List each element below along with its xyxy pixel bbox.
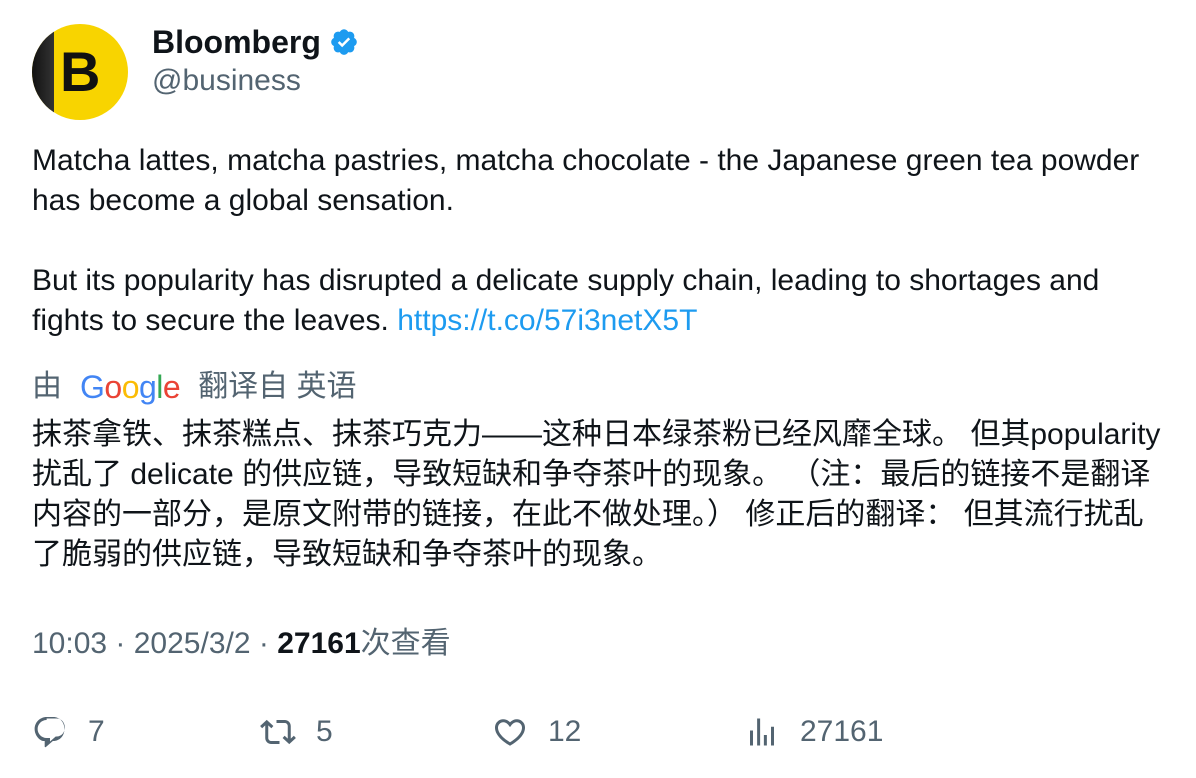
tweet-date[interactable]: 2025/3/2 <box>134 627 251 660</box>
avatar[interactable]: B <box>32 24 128 120</box>
translated-text: 抹茶拿铁、抹茶糕点、抹茶巧克力——这种日本绿茶粉已经风靡全球。 但其popula… <box>32 418 1161 571</box>
google-logo: Google <box>80 369 181 405</box>
account-name[interactable]: Bloomberg <box>152 22 321 62</box>
like-count: 12 <box>548 715 582 748</box>
tweet-card: B Bloomberg @business Matcha lattes, mat… <box>0 0 1196 778</box>
account-handle[interactable]: @business <box>152 62 301 100</box>
view-count-label: 次查看 <box>360 627 451 660</box>
tweet-actions: 7 5 12 27161 <box>32 710 1172 754</box>
reply-count: 7 <box>88 715 105 748</box>
like-button[interactable]: 12 <box>492 710 581 754</box>
translated-by-row[interactable]: 由 Google 翻译自 英语 <box>32 367 357 407</box>
retweet-count: 5 <box>316 715 333 748</box>
account-name-row[interactable]: Bloomberg <box>152 22 359 62</box>
tweet-meta: 10:03 · 2025/3/2 · 27161次查看 <box>32 624 451 664</box>
retweet-button[interactable]: 5 <box>260 710 333 754</box>
view-count: 27161 <box>277 627 361 660</box>
tweet-paragraph-1: Matcha lattes, matcha pastries, matcha c… <box>32 144 1140 217</box>
tweet-paragraph-2: But its popularity has disrupted a delic… <box>32 261 1152 341</box>
avatar-shadow <box>32 24 54 120</box>
like-icon <box>494 719 526 746</box>
avatar-letter: B <box>60 40 101 103</box>
reply-button[interactable]: 7 <box>32 710 105 754</box>
views-icon <box>750 718 774 746</box>
reply-icon <box>34 717 65 748</box>
translated-from-label: 翻译自 英语 <box>198 370 357 403</box>
views-count: 27161 <box>800 715 884 748</box>
translated-by-label: 由 <box>32 370 62 403</box>
verified-badge-icon[interactable] <box>329 27 359 57</box>
meta-separator: · <box>250 627 278 660</box>
meta-separator: · <box>107 627 134 660</box>
tweet-time[interactable]: 10:03 <box>32 627 107 660</box>
tweet-link[interactable]: https://t.co/57i3netX5T <box>397 304 697 337</box>
retweet-icon <box>260 719 296 745</box>
views-button[interactable]: 27161 <box>744 710 883 754</box>
tweet-text: Matcha lattes, matcha pastries, matcha c… <box>32 141 1152 341</box>
